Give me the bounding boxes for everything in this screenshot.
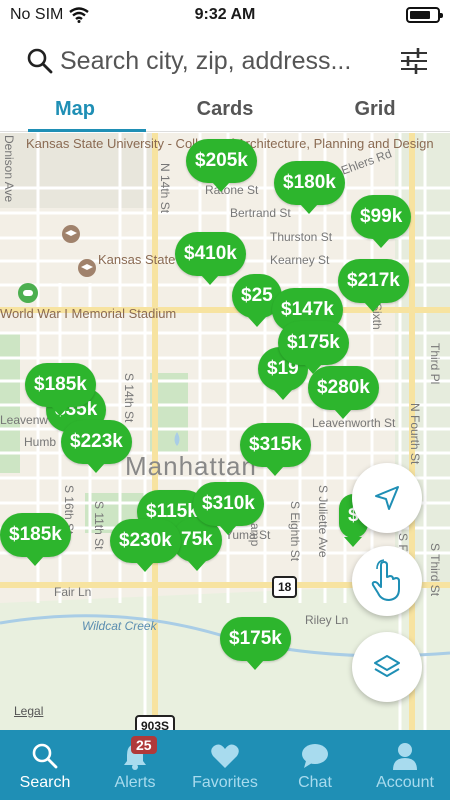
city-label: Manhattan <box>125 451 257 481</box>
chat-bubble-icon <box>302 744 328 768</box>
nav-label: Account <box>376 774 434 791</box>
tab-map[interactable]: Map <box>0 92 150 132</box>
navigation-arrow-icon <box>375 486 399 510</box>
price-pin[interactable]: $280k <box>308 366 379 419</box>
university-label: Kansas State University <box>98 252 237 267</box>
street-label: S 11th St <box>92 501 106 550</box>
street-label: S 14th St <box>122 373 136 423</box>
price-pin[interactable]: $185k <box>25 363 96 416</box>
route-903s-shield: 903S <box>135 715 176 730</box>
street-label: Humb <box>24 435 57 449</box>
street-label: N 14th St <box>158 163 172 214</box>
person-icon <box>393 743 417 770</box>
price-pin[interactable]: $99k <box>351 195 412 248</box>
search-icon <box>32 743 58 769</box>
street-label: Riley Ln <box>305 613 349 627</box>
nav-label: Alerts <box>114 774 156 791</box>
price-pin[interactable]: $223k <box>61 420 132 473</box>
stadium-icon <box>18 283 38 303</box>
search-icon <box>27 48 53 74</box>
carrier-label: No SIM <box>10 6 64 23</box>
status-bar: No SIM 9:32 AM <box>0 0 450 30</box>
price-pin[interactable]: $175k <box>278 321 349 374</box>
view-tabs: Map Cards Grid <box>0 92 450 132</box>
layers-icon <box>374 655 400 677</box>
route-18-shield: 18 <box>272 576 298 598</box>
search-bar <box>0 34 450 88</box>
street-label: S Juliette Ave <box>316 485 330 558</box>
graduation-cap-icon <box>62 225 80 243</box>
status-left: No SIM <box>10 6 90 24</box>
price-pin[interactable]: $410k <box>175 232 246 285</box>
price-pin[interactable]: $315k <box>240 423 311 476</box>
street-label: S Eighth St <box>288 501 302 562</box>
map-view[interactable]: Kansas State University - College of Arc… <box>0 133 450 730</box>
price-pin[interactable]: $310k <box>193 482 264 535</box>
draw-area-button[interactable] <box>352 546 422 616</box>
price-pin[interactable]: $217k <box>338 259 409 312</box>
tab-cards[interactable]: Cards <box>150 92 300 131</box>
street-label: Third Pl <box>428 343 442 385</box>
price-pin[interactable]: $175k <box>220 617 291 670</box>
map-layers-button[interactable] <box>352 632 422 702</box>
nav-account[interactable]: Account <box>360 730 450 800</box>
street-label: Kearney St <box>270 253 330 267</box>
creek-label: Wildcat Creek <box>82 619 157 633</box>
street-label: Fair Ln <box>54 585 92 599</box>
nav-search[interactable]: Search <box>0 730 90 800</box>
nav-chat[interactable]: Chat <box>270 730 360 800</box>
street-label: Thurston St <box>270 230 333 244</box>
legal-link[interactable]: Legal <box>14 704 43 718</box>
graduation-cap-icon <box>78 259 96 277</box>
water-drop-icon <box>174 432 180 446</box>
street-label: Leavenworth St <box>312 416 396 430</box>
hand-pointer-icon <box>371 559 400 601</box>
street-label: N Fourth St <box>408 403 422 465</box>
street-label: Leavenw <box>0 413 49 427</box>
nav-label: Chat <box>298 774 332 791</box>
heart-icon <box>211 744 239 768</box>
nav-label: Search <box>19 774 71 791</box>
search-input[interactable] <box>60 46 398 76</box>
bottom-nav: Search 25 Alerts Favorites Chat Account <box>0 730 450 800</box>
wifi-icon <box>69 7 90 23</box>
stadium-label: World War I Memorial Stadium <box>0 306 177 321</box>
street-label: Denison Ave <box>2 135 16 203</box>
filter-sliders-icon[interactable] <box>398 45 430 77</box>
street-label: Bertrand St <box>230 206 291 220</box>
street-label: S Third St <box>428 543 442 597</box>
nav-alerts[interactable]: 25 Alerts <box>90 730 180 800</box>
alerts-badge: 25 <box>131 736 157 754</box>
my-location-button[interactable] <box>352 463 422 533</box>
price-pin[interactable]: $230k <box>110 519 181 572</box>
nav-label: Favorites <box>192 774 258 791</box>
price-pin[interactable]: $185k <box>0 513 71 566</box>
price-pin[interactable]: $180k <box>274 161 345 214</box>
tab-grid[interactable]: Grid <box>300 92 450 131</box>
price-pin[interactable]: $205k <box>186 139 257 192</box>
nav-favorites[interactable]: Favorites <box>180 730 270 800</box>
battery-icon <box>406 7 443 23</box>
street-label: amp <box>248 523 262 547</box>
